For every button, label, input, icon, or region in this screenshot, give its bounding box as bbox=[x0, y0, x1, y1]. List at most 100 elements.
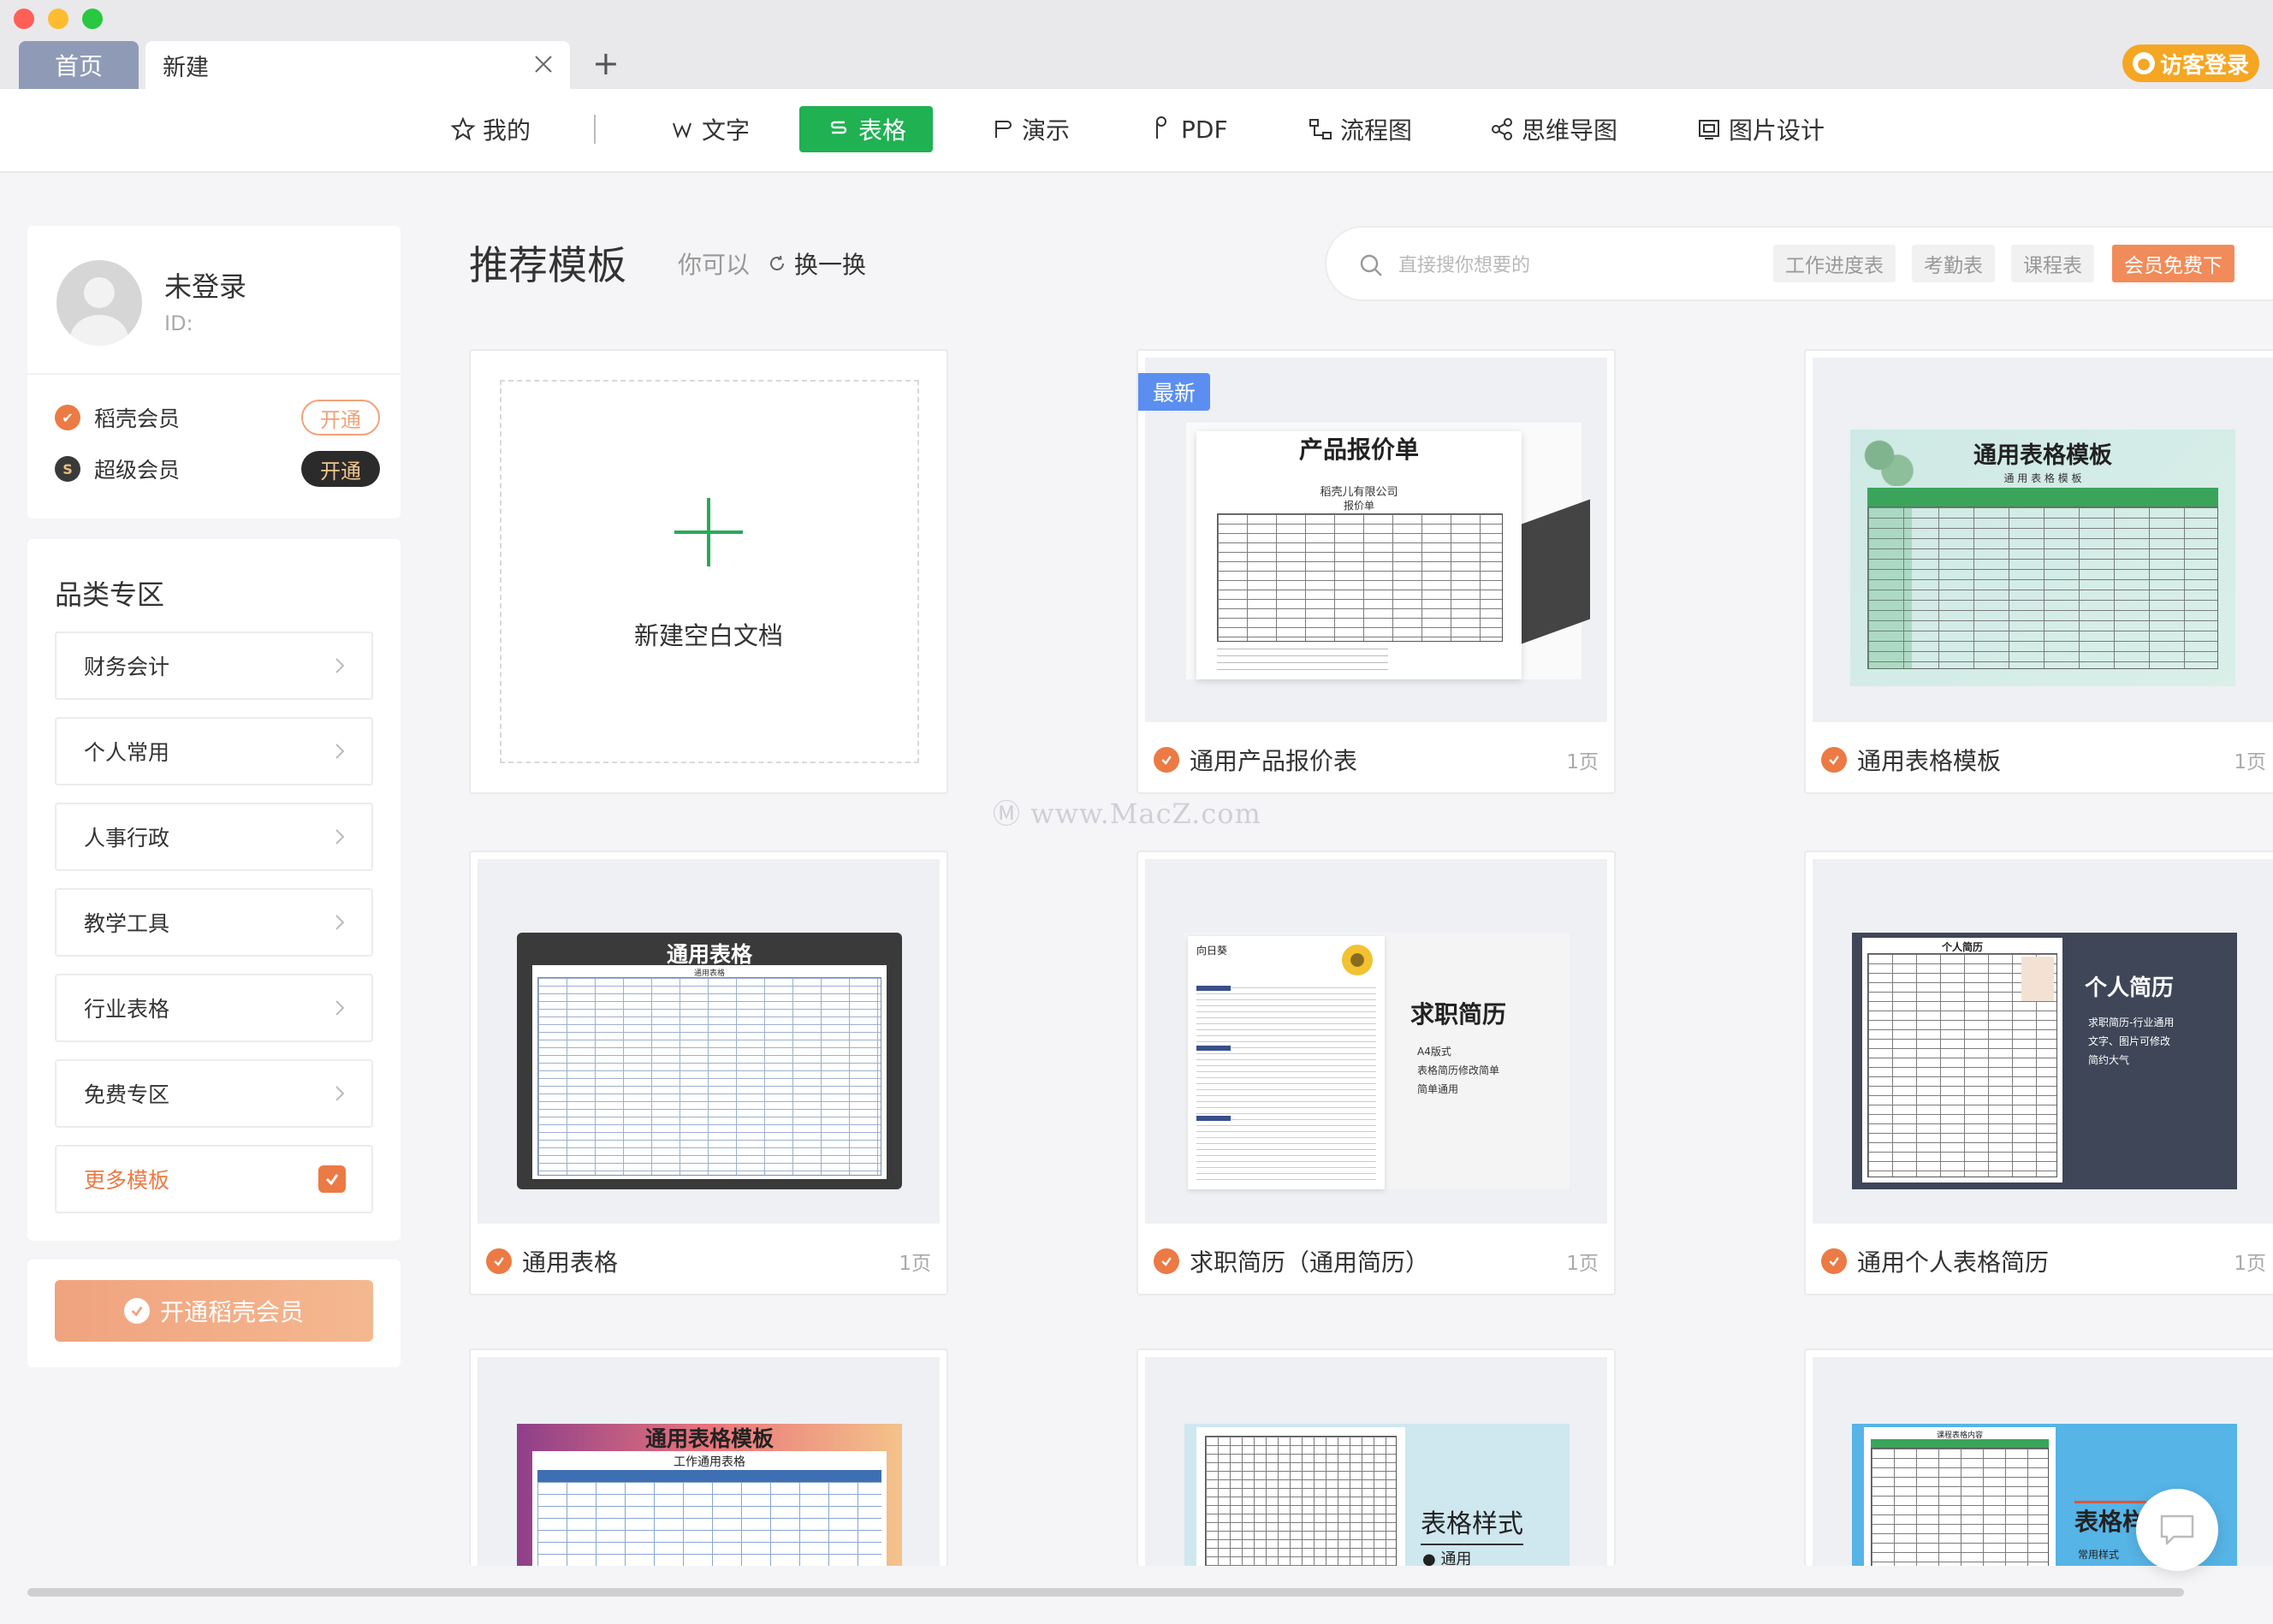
template-card-job-resume[interactable]: 向日葵 求职简历 A4版式 表格简历修改简单 简单通用 求职简历（通用简历） 1… bbox=[1136, 851, 1616, 1295]
chat-icon bbox=[2160, 1514, 2194, 1545]
hot-tag-vip-free[interactable]: 会员免费下 bbox=[2112, 245, 2234, 282]
flowchart-icon bbox=[1309, 119, 1332, 139]
thumb-bullet-text: 通用 bbox=[1440, 1550, 1472, 1566]
open-docer-member-button[interactable]: 开通 bbox=[301, 400, 380, 436]
template-card-product-quote[interactable]: 最新 产品报价单 稻壳儿有限公司 报价单 通用产品报价表 1页 bbox=[1136, 349, 1616, 794]
nav-mine[interactable]: 我的 bbox=[436, 106, 544, 152]
chevron-right-icon bbox=[335, 1000, 345, 1016]
search-input[interactable] bbox=[1398, 246, 1792, 284]
thumb-subtitle: 报价单 bbox=[1343, 500, 1374, 512]
horizontal-scrollbar[interactable] bbox=[27, 1588, 2184, 1597]
hot-tag-work-progress[interactable]: 工作进度表 bbox=[1773, 245, 1896, 282]
category-item-industry[interactable]: 行业表格 bbox=[55, 974, 373, 1042]
template-card-work-table[interactable]: 通用表格模板 工作通用表格 bbox=[469, 1348, 948, 1566]
hot-tag-schedule[interactable]: 课程表 bbox=[2011, 245, 2094, 282]
docer-logo-icon bbox=[486, 1248, 512, 1274]
template-name: 通用表格模板 bbox=[1857, 747, 2002, 775]
thumb-title: 通用表格 bbox=[666, 942, 752, 967]
open-super-member-button[interactable]: 开通 bbox=[301, 451, 380, 487]
template-thumbnail: 通用表格模板 工作通用表格 bbox=[478, 1357, 940, 1566]
thumb-sheet: 向日葵 bbox=[1188, 936, 1385, 1189]
new-blank-document-card[interactable]: 新建空白文档 bbox=[469, 349, 948, 794]
category-label: 行业表格 bbox=[84, 997, 170, 1022]
tab-home[interactable]: 首页 bbox=[19, 41, 139, 89]
refresh-button[interactable]: 换一换 bbox=[767, 246, 866, 281]
template-footer: 通用个人表格简历 1页 bbox=[1806, 1234, 2273, 1289]
category-item-finance[interactable]: 财务会计 bbox=[55, 631, 373, 700]
hot-tag-attendance[interactable]: 考勤表 bbox=[1912, 245, 1995, 282]
thumb-title: 通用表格模板 bbox=[1973, 442, 2112, 469]
category-label: 免费专区 bbox=[84, 1082, 170, 1107]
category-item-teaching[interactable]: 教学工具 bbox=[55, 888, 373, 957]
template-pages: 1页 bbox=[2234, 751, 2266, 773]
nav-separator bbox=[594, 115, 596, 144]
docer-logo-icon bbox=[1154, 1248, 1179, 1274]
thumb-bullet: ● 通用 bbox=[1422, 1547, 1471, 1566]
category-label: 财务会计 bbox=[84, 655, 170, 679]
docer-logo-icon bbox=[318, 1165, 346, 1193]
tab-new-label: 新建 bbox=[163, 54, 209, 81]
window-close-button[interactable] bbox=[14, 9, 34, 29]
template-card-general-table-template[interactable]: 通用表格模板 通 用 表 格 模 板 通用表格模板 1页 bbox=[1804, 349, 2273, 794]
docer-logo-icon bbox=[1821, 1248, 1847, 1274]
tab-new[interactable]: 新建 bbox=[145, 41, 570, 89]
nav-pdf-label: PDF bbox=[1181, 115, 1228, 144]
user-icon: ● bbox=[2132, 52, 2155, 74]
template-card-personal-resume[interactable]: 个人简历 个人简历 求职简历-行业通用 文字、图片可修改 简约大气 通用个人表格… bbox=[1804, 851, 2273, 1295]
new-badge: 最新 bbox=[1138, 373, 1210, 411]
template-card-table-style[interactable]: 表格样式 ● 通用 bbox=[1136, 1348, 1616, 1566]
chat-button[interactable] bbox=[2136, 1489, 2218, 1571]
thumb-person-name: 向日葵 bbox=[1196, 945, 1228, 957]
thumb-bullets: 求职简历-行业通用 文字、图片可修改 简约大气 bbox=[2088, 1013, 2174, 1070]
docer-logo-icon bbox=[123, 1298, 150, 1324]
thumb-bullet: 求职简历-行业通用 bbox=[2088, 1016, 2175, 1028]
thumb-bullet: 简单通用 bbox=[1417, 1083, 1459, 1095]
template-footer: 通用产品报价表 1页 bbox=[1138, 732, 1614, 787]
category-label: 个人常用 bbox=[84, 740, 170, 765]
template-card-general-table[interactable]: 通用表格 通用表格 通用表格 1页 bbox=[469, 851, 948, 1295]
thumb-bullet: 简约大气 bbox=[2088, 1054, 2130, 1066]
thumb-sheet: 产品报价单 稻壳儿有限公司 报价单 bbox=[1196, 431, 1522, 679]
template-name: 通用产品报价表 bbox=[1190, 747, 1358, 775]
window-zoom-button[interactable] bbox=[82, 9, 103, 29]
nav-pdf[interactable]: PDF bbox=[1135, 106, 1242, 152]
window-minimize-button[interactable] bbox=[48, 9, 68, 29]
close-icon[interactable] bbox=[531, 51, 556, 77]
open-docer-vip-button[interactable]: 开通稻壳会员 bbox=[55, 1280, 373, 1342]
thumb-sheet: 工作通用表格 bbox=[532, 1451, 887, 1566]
dashed-frame bbox=[500, 380, 919, 763]
nav-text[interactable]: 文字 bbox=[656, 106, 763, 152]
template-footer: 通用表格 1页 bbox=[471, 1234, 947, 1289]
thumb-header-row bbox=[1867, 488, 2218, 507]
guest-login-button[interactable]: ● 访客登录 bbox=[2122, 44, 2259, 82]
nav-sheet[interactable]: 表格 bbox=[799, 106, 933, 152]
category-item-free[interactable]: 免费专区 bbox=[55, 1059, 373, 1128]
title-bar: 首页 新建 + ● 访客登录 bbox=[0, 0, 2273, 89]
thumb-lines bbox=[1196, 987, 1376, 1181]
thumb-bullet: 表格简历修改简单 bbox=[1417, 1064, 1500, 1076]
nav-mindmap[interactable]: 思维导图 bbox=[1475, 106, 1631, 152]
category-item-personal[interactable]: 个人常用 bbox=[55, 717, 373, 785]
docer-logo-icon bbox=[1154, 747, 1179, 773]
template-thumbnail: 个人简历 个人简历 求职简历-行业通用 文字、图片可修改 简约大气 bbox=[1813, 859, 2273, 1224]
thumb-company: 稻壳儿有限公司 bbox=[1320, 486, 1398, 499]
chevron-right-icon bbox=[335, 658, 345, 673]
thumb-first-col bbox=[1867, 507, 1912, 669]
image-design-icon bbox=[1699, 120, 1719, 139]
template-thumbnail: 通用表格模板 通 用 表 格 模 板 bbox=[1813, 358, 2273, 722]
thumb-sheet: 课程表格内容 bbox=[1864, 1427, 2056, 1566]
category-item-hr[interactable]: 人事行政 bbox=[55, 803, 373, 871]
template-pages: 1页 bbox=[2234, 1253, 2266, 1275]
add-tab-button[interactable]: + bbox=[592, 44, 620, 82]
nav-image-design[interactable]: 图片设计 bbox=[1682, 106, 1838, 152]
nav-presentation[interactable]: 演示 bbox=[976, 106, 1083, 152]
avatar[interactable] bbox=[56, 260, 142, 346]
vip-card: 开通稻壳会员 bbox=[27, 1259, 401, 1367]
template-footer: 通用表格模板 1页 bbox=[1806, 732, 2273, 787]
category-item-more[interactable]: 更多模板 bbox=[55, 1145, 373, 1213]
category-label: 人事行政 bbox=[84, 826, 170, 851]
user-name[interactable]: 未登录 bbox=[164, 265, 246, 305]
nav-flowchart[interactable]: 流程图 bbox=[1294, 106, 1426, 152]
thumb-title: 求职简历 bbox=[1410, 1000, 1507, 1028]
thumb-notes bbox=[1217, 649, 1388, 671]
